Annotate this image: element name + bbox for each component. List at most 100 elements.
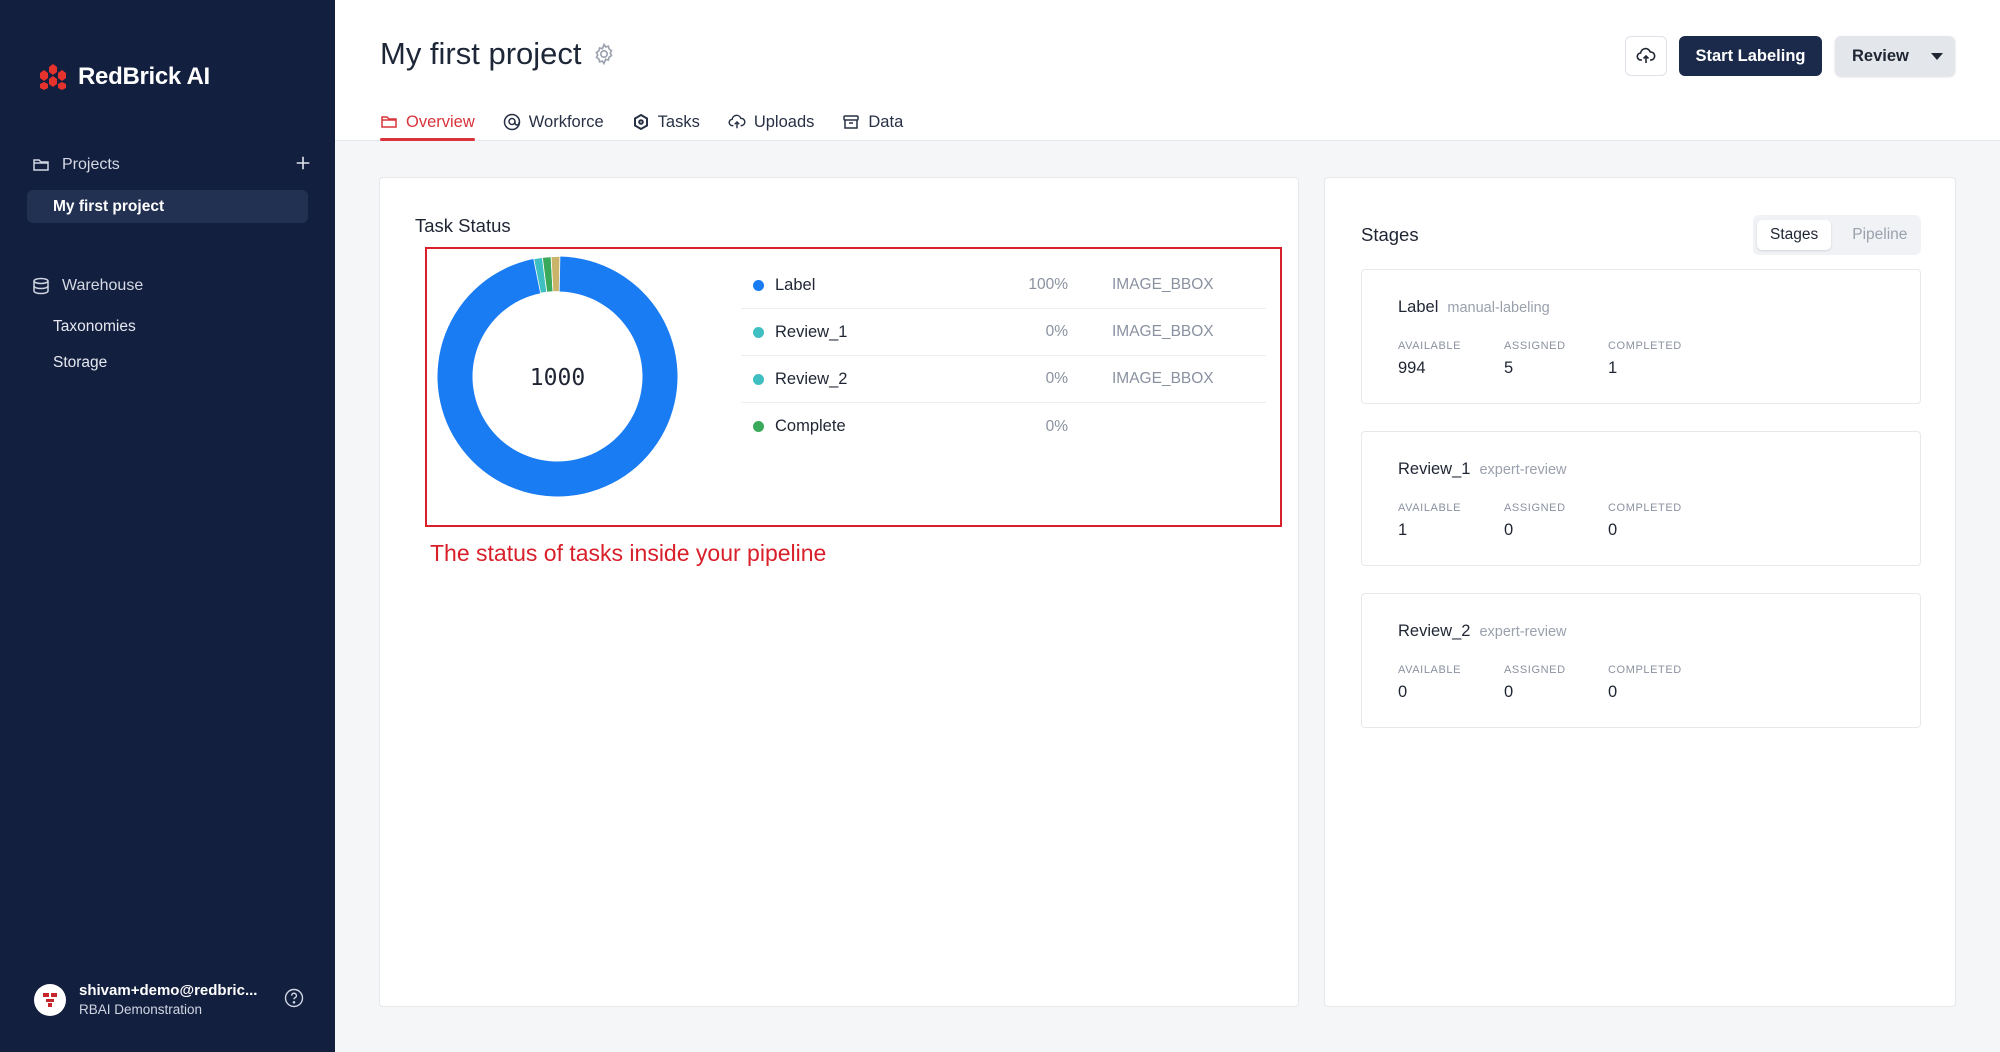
stat-value: 0 <box>1398 683 1408 701</box>
legend-type: IMAGE_BBOX <box>1112 370 1214 387</box>
stat-value: 994 <box>1398 359 1426 377</box>
legend-row-complete: Complete 0% <box>741 403 1266 450</box>
brand-name: RedBrick AI <box>78 63 210 90</box>
stat-completed: COMPLETED 1 <box>1608 340 1682 378</box>
stat-label: COMPLETED <box>1608 502 1682 514</box>
user-avatar-icon <box>43 992 57 1007</box>
legend-name: Review_1 <box>775 322 848 341</box>
stat-value: 5 <box>1504 359 1514 377</box>
legend-dot <box>753 373 764 385</box>
stat-assigned: ASSIGNED 0 <box>1504 502 1566 540</box>
projects-label: Projects <box>62 156 120 173</box>
stages-card: Stages Stages Pipeline Label manual-labe… <box>1324 177 1956 1007</box>
task-status-card: Task Status 1000 Label 100% IMAGE_BBOX R… <box>379 177 1299 1007</box>
legend-type: IMAGE_BBOX <box>1112 276 1214 293</box>
tab-overview[interactable]: Overview <box>380 104 475 141</box>
archive-icon <box>843 115 860 129</box>
switch-stages[interactable]: Stages <box>1757 220 1832 250</box>
switch-pipeline[interactable]: Pipeline <box>1839 220 1920 250</box>
donut-center-total: 1000 <box>530 365 585 391</box>
at-icon <box>503 113 521 131</box>
legend-percent: 0% <box>1045 323 1068 340</box>
legend-dot <box>753 326 764 338</box>
tab-label: Data <box>868 112 904 131</box>
legend-type: IMAGE_BBOX <box>1112 323 1214 340</box>
legend-row-label: Label 100% IMAGE_BBOX <box>741 262 1266 309</box>
stage-name: Review_2 <box>1398 622 1471 640</box>
tab-data[interactable]: Data <box>842 104 903 140</box>
annotation-text: The status of tasks inside your pipeline <box>430 540 827 566</box>
sidebar-item-storage[interactable]: Storage <box>27 346 308 379</box>
hexagon-icon <box>633 113 648 131</box>
stat-label: ASSIGNED <box>1504 664 1566 676</box>
legend-row-review-1: Review_1 0% IMAGE_BBOX <box>741 309 1266 356</box>
upload-button[interactable] <box>1625 36 1667 76</box>
tab-uploads[interactable]: Uploads <box>728 104 815 140</box>
legend-dot <box>753 421 764 432</box>
task-status-donut-chart: 1000 <box>437 256 678 497</box>
tab-label: Tasks <box>657 112 700 131</box>
stat-label: AVAILABLE <box>1398 502 1462 514</box>
legend-percent: 100% <box>1028 276 1068 293</box>
stat-completed: COMPLETED 0 <box>1608 502 1682 540</box>
caret-down-icon <box>1930 52 1943 60</box>
stage-card-review-2[interactable]: Review_2 expert-review AVAILABLE 0 ASSIG… <box>1361 593 1921 728</box>
warehouse-label: Warehouse <box>62 277 144 294</box>
tab-label: Overview <box>406 112 475 131</box>
stat-available: AVAILABLE 1 <box>1398 502 1461 540</box>
sidebar-item-my-first-project[interactable]: My first project <box>27 190 308 223</box>
legend-percent: 0% <box>1045 417 1068 435</box>
sidebar: RedBrick AI Projects My first project Wa… <box>0 0 335 1052</box>
stage-name: Review_1 <box>1398 460 1471 478</box>
user-email: shivam+demo@redbric... <box>79 982 258 999</box>
stage-card-label[interactable]: Label manual-labeling AVAILABLE 994 ASSI… <box>1361 269 1921 404</box>
start-labeling-button[interactable]: Start Labeling <box>1679 36 1822 76</box>
folder-icon <box>381 116 397 128</box>
stat-label: AVAILABLE <box>1398 664 1462 676</box>
tab-label: Uploads <box>753 112 815 131</box>
stage-type: expert-review <box>1479 624 1567 640</box>
stages-title: Stages <box>1361 224 1419 245</box>
gear-icon[interactable] <box>592 42 616 66</box>
tab-workforce[interactable]: Workforce <box>503 104 604 140</box>
stat-value: 1 <box>1398 521 1408 539</box>
legend-row-review-2: Review_2 0% IMAGE_BBOX <box>741 356 1266 403</box>
donut-slice-other <box>550 256 561 293</box>
user-org: RBAI Demonstration <box>79 1002 203 1017</box>
legend-name: Complete <box>775 417 846 435</box>
tab-bar: Overview Workforce Tasks Uploads Data <box>380 104 903 141</box>
folder-icon <box>33 159 49 171</box>
stat-available: AVAILABLE 994 <box>1398 340 1461 378</box>
stat-label: ASSIGNED <box>1504 502 1566 514</box>
user-profile[interactable]: shivam+demo@redbric... RBAI Demonstratio… <box>34 982 304 1017</box>
stat-label: COMPLETED <box>1608 664 1682 676</box>
task-status-legend: Label 100% IMAGE_BBOX Review_1 0% IMAGE_… <box>741 262 1266 450</box>
stat-value: 0 <box>1504 683 1514 701</box>
projects-section[interactable]: Projects <box>32 156 312 174</box>
tab-tasks[interactable]: Tasks <box>632 104 700 140</box>
stat-label: AVAILABLE <box>1398 340 1462 352</box>
stat-label: COMPLETED <box>1608 340 1682 352</box>
sidebar-item-taxonomies[interactable]: Taxonomies <box>27 310 308 343</box>
help-icon[interactable] <box>284 988 304 1008</box>
review-dropdown-button[interactable]: Review <box>1835 36 1955 76</box>
stat-label: ASSIGNED <box>1504 340 1566 352</box>
stat-available: AVAILABLE 0 <box>1398 664 1461 702</box>
legend-name: Review_2 <box>775 369 848 388</box>
database-icon <box>33 277 49 295</box>
stat-value: 0 <box>1504 521 1514 539</box>
stat-value: 1 <box>1608 359 1618 377</box>
avatar <box>34 983 66 1016</box>
legend-name: Label <box>775 275 816 294</box>
page-title: My first project <box>380 36 582 71</box>
warehouse-section[interactable]: Warehouse <box>32 277 312 295</box>
add-project-icon[interactable] <box>294 154 312 172</box>
highlight-box: 1000 Label 100% IMAGE_BBOX Review_1 0% I… <box>425 247 1282 527</box>
tab-label: Workforce <box>528 112 604 131</box>
stage-type: manual-labeling <box>1447 300 1550 316</box>
page-header: My first project Start Labeling Review O… <box>335 0 2000 141</box>
stage-card-review-1[interactable]: Review_1 expert-review AVAILABLE 1 ASSIG… <box>1361 431 1921 566</box>
logo[interactable]: RedBrick AI <box>38 62 210 92</box>
stage-name: Label <box>1398 298 1439 316</box>
stages-pipeline-switch: Stages Pipeline <box>1753 215 1921 255</box>
